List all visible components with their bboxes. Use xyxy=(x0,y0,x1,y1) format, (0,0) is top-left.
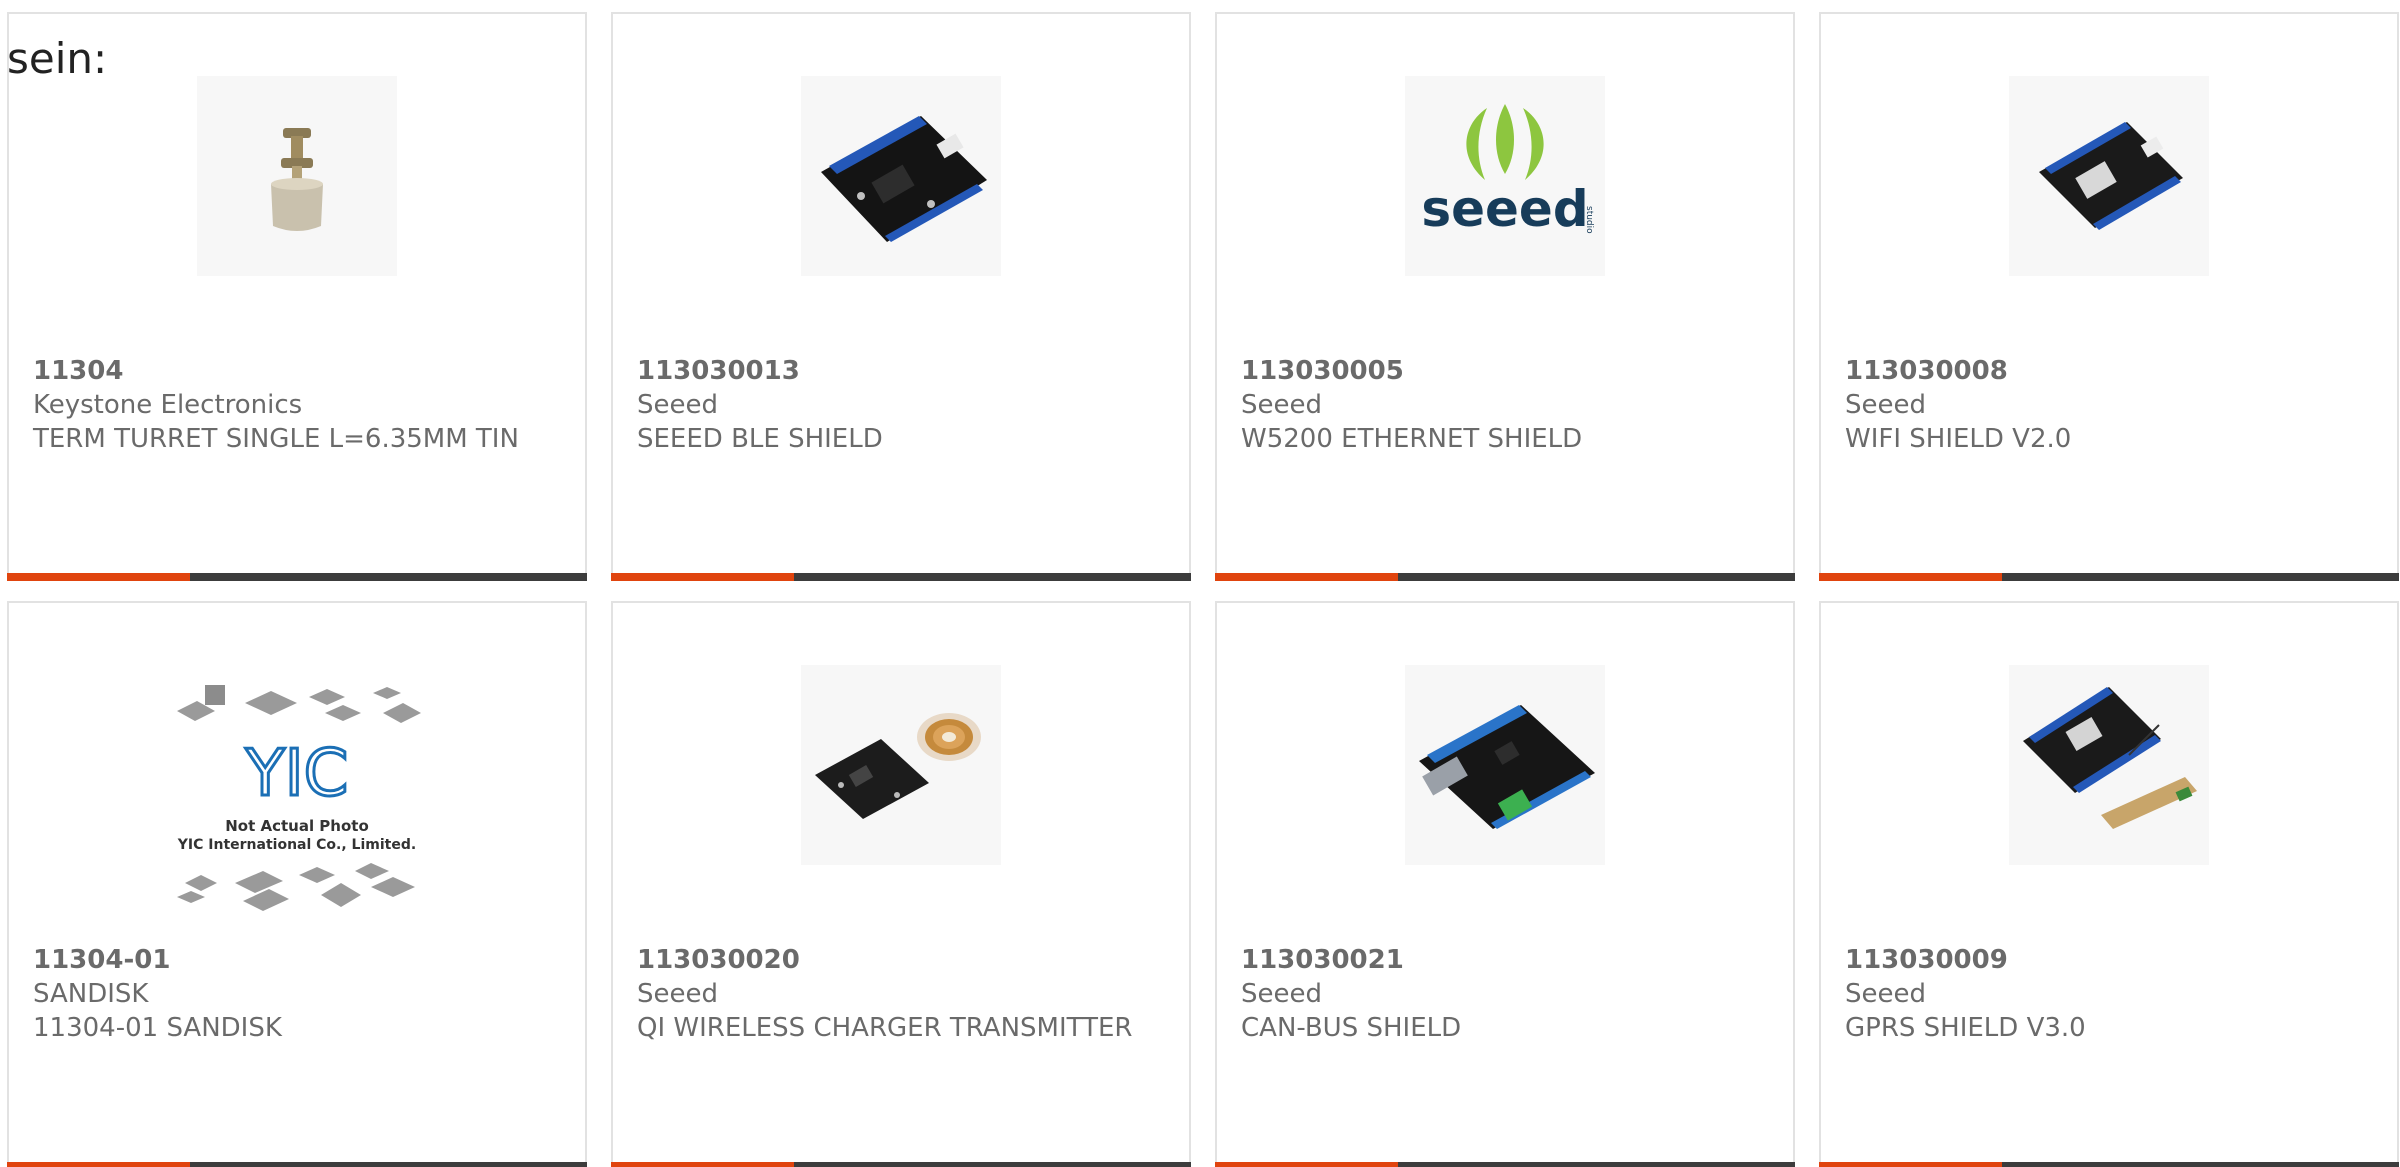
card-footer-bar xyxy=(1819,1162,2399,1167)
turret-terminal-image xyxy=(197,76,397,276)
description: W5200 ETHERNET SHIELD xyxy=(1241,424,1583,454)
card-footer-accent xyxy=(1215,1162,1398,1167)
product-card[interactable]: 11304 Keystone Electronics TERM TURRET S… xyxy=(7,12,587,581)
product-info: 113030021 Seeed CAN-BUS SHIELD xyxy=(1241,943,1773,1045)
card-footer-accent xyxy=(1215,573,1398,581)
description: QI WIRELESS CHARGER TRANSMITTER xyxy=(637,1013,1133,1043)
card-footer-bar xyxy=(7,1162,587,1167)
part-number[interactable]: 11304-01 xyxy=(33,943,565,977)
can-bus-shield-board-image xyxy=(1405,665,1605,865)
placeholder-line1: Not Actual Photo xyxy=(225,817,369,835)
product-info: 113030009 Seeed GPRS SHIELD V3.0 xyxy=(1845,943,2377,1045)
product-image[interactable] xyxy=(2009,76,2209,276)
description: TERM TURRET SINGLE L=6.35MM TIN xyxy=(33,424,519,454)
card-footer-bar xyxy=(1819,573,2399,581)
product-image[interactable] xyxy=(2009,665,2209,865)
card-footer-accent xyxy=(7,573,190,581)
product-image[interactable]: seeed studio xyxy=(1405,76,1605,276)
product-image[interactable] xyxy=(197,76,397,276)
leading-text: sein: xyxy=(7,34,108,83)
ble-shield-board-image xyxy=(801,76,1001,276)
yic-logo: YIC xyxy=(245,737,349,811)
manufacturer: Seeed xyxy=(1241,979,1322,1009)
card-footer-accent xyxy=(1819,1162,2002,1167)
product-info: 113030005 Seeed W5200 ETHERNET SHIELD xyxy=(1241,354,1773,456)
card-footer-accent xyxy=(611,573,794,581)
manufacturer: Seeed xyxy=(1845,979,1926,1009)
manufacturer: Seeed xyxy=(1241,390,1322,420)
product-image[interactable] xyxy=(801,665,1001,865)
qi-charger-board-image xyxy=(801,665,1001,865)
logo-subtext: studio xyxy=(1584,206,1594,234)
product-grid: 11304 Keystone Electronics TERM TURRET S… xyxy=(7,12,2399,1167)
seeed-studio-logo: seeed studio xyxy=(1405,76,1605,276)
card-footer-accent xyxy=(611,1162,794,1167)
description: WIFI SHIELD V2.0 xyxy=(1845,424,2072,454)
product-card[interactable]: 113030009 Seeed GPRS SHIELD V3.0 xyxy=(1819,601,2399,1167)
product-info: 113030013 Seeed SEEED BLE SHIELD xyxy=(637,354,1169,456)
product-card[interactable]: 113030021 Seeed CAN-BUS SHIELD xyxy=(1215,601,1795,1167)
product-info: 113030020 Seeed QI WIRELESS CHARGER TRAN… xyxy=(637,943,1169,1045)
product-card[interactable]: 113030013 Seeed SEEED BLE SHIELD xyxy=(611,12,1191,581)
card-footer-bar xyxy=(7,573,587,581)
card-footer-bar xyxy=(611,573,1191,581)
product-info: 11304 Keystone Electronics TERM TURRET S… xyxy=(33,354,565,456)
manufacturer: SANDISK xyxy=(33,979,149,1009)
card-footer-bar xyxy=(1215,573,1795,581)
description: CAN-BUS SHIELD xyxy=(1241,1013,1462,1043)
card-footer-bar xyxy=(1215,1162,1795,1167)
manufacturer: Seeed xyxy=(637,390,718,420)
product-grid-page: sein: 11304 Keystone Electronics TERM TU… xyxy=(0,0,2400,1167)
part-number[interactable]: 113030020 xyxy=(637,943,1169,977)
description: SEEED BLE SHIELD xyxy=(637,424,883,454)
product-card[interactable]: 113030020 Seeed QI WIRELESS CHARGER TRAN… xyxy=(611,601,1191,1167)
product-info: 11304-01 SANDISK 11304-01 SANDISK xyxy=(33,943,565,1045)
description: 11304-01 SANDISK xyxy=(33,1013,282,1043)
placeholder-line2: YIC International Co., Limited. xyxy=(177,837,416,853)
part-number[interactable]: 11304 xyxy=(33,354,565,388)
product-card[interactable]: 113030008 Seeed WIFI SHIELD V2.0 xyxy=(1819,12,2399,581)
logo-text: seeed xyxy=(1421,180,1588,238)
part-number[interactable]: 113030021 xyxy=(1241,943,1773,977)
manufacturer: Seeed xyxy=(1845,390,1926,420)
manufacturer: Seeed xyxy=(637,979,718,1009)
part-number[interactable]: 113030005 xyxy=(1241,354,1773,388)
manufacturer: Keystone Electronics xyxy=(33,390,303,420)
description: GPRS SHIELD V3.0 xyxy=(1845,1013,2086,1043)
part-number[interactable]: 113030013 xyxy=(637,354,1169,388)
wifi-shield-board-image xyxy=(2009,76,2209,276)
product-image[interactable] xyxy=(801,76,1001,276)
card-footer-accent xyxy=(7,1162,190,1167)
product-image[interactable]: YIC Not Actual Photo YIC International C… xyxy=(157,683,437,923)
product-info: 113030008 Seeed WIFI SHIELD V2.0 xyxy=(1845,354,2377,456)
yic-placeholder-image: YIC Not Actual Photo YIC International C… xyxy=(157,683,437,923)
product-image[interactable] xyxy=(1405,665,1605,865)
part-number[interactable]: 113030009 xyxy=(1845,943,2377,977)
card-footer-accent xyxy=(1819,573,2002,581)
product-card[interactable]: YIC Not Actual Photo YIC International C… xyxy=(7,601,587,1167)
part-number[interactable]: 113030008 xyxy=(1845,354,2377,388)
product-card[interactable]: seeed studio 113030005 Seeed W5200 ETHER… xyxy=(1215,12,1795,581)
card-footer-bar xyxy=(611,1162,1191,1167)
gprs-shield-board-image xyxy=(2009,665,2209,865)
